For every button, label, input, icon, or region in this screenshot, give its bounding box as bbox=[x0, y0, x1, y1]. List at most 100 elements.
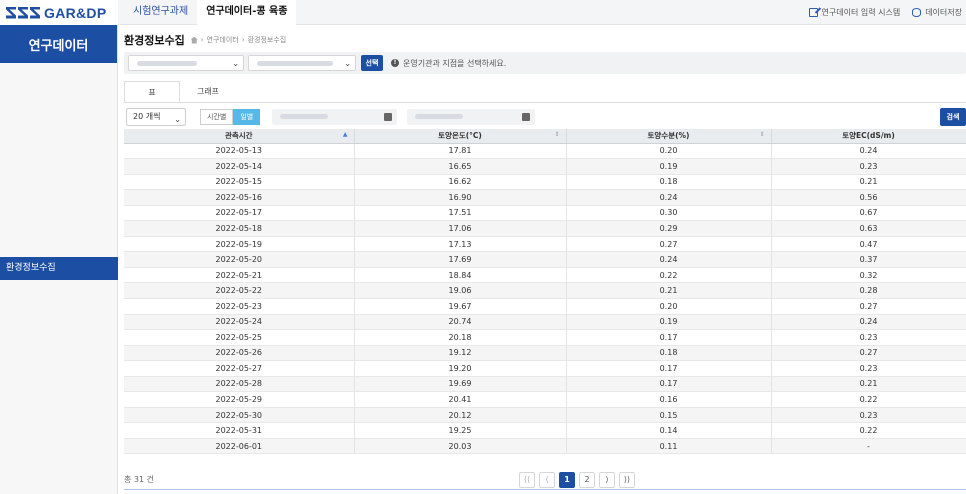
table-cell: 20.12 bbox=[354, 407, 567, 424]
page-button-2[interactable]: 2 bbox=[579, 472, 595, 488]
logo[interactable]: GAR&DP bbox=[0, 0, 118, 25]
table-cell: 17.81 bbox=[354, 143, 567, 160]
table-cell: 0.29 bbox=[566, 220, 772, 237]
page-header: 환경정보수집 › 연구데이터 › 환경정보수집 bbox=[124, 32, 286, 48]
data-storage-link[interactable]: 데이터저장 bbox=[912, 7, 962, 18]
period-daily-button[interactable]: 일별 bbox=[233, 109, 261, 125]
table-cell: 2022-05-22 bbox=[124, 282, 355, 299]
sidebar-title: 연구데이터 bbox=[0, 25, 117, 63]
notice: ! 운영기관과 지점을 선택하세요. bbox=[391, 52, 506, 74]
page-button-1[interactable]: 1 bbox=[559, 472, 575, 488]
home-icon[interactable] bbox=[190, 36, 198, 44]
nav-item-research-tasks[interactable]: 시험연구과제 bbox=[124, 0, 197, 25]
table-row: 2022-05-22 19.06 0.21 0.28 bbox=[124, 282, 966, 299]
table-row: 2022-05-19 17.13 0.27 0.47 bbox=[124, 236, 966, 253]
table-cell: 19.67 bbox=[354, 298, 567, 315]
table-row: 2022-05-29 20.41 0.16 0.22 bbox=[124, 391, 966, 408]
breadcrumb-item[interactable]: 연구데이터 bbox=[207, 35, 239, 45]
sidebar-item-environment-info[interactable]: 환경정보수집 bbox=[0, 257, 118, 280]
table-cell: 16.62 bbox=[354, 174, 567, 191]
logo-text: GAR&DP bbox=[44, 4, 107, 21]
table-cell: 0.27 bbox=[771, 298, 966, 315]
main-content: 환경정보수집 › 연구데이터 › 환경정보수집 ⌄ ⌄ 선택 ! 운영기관과 지… bbox=[118, 25, 966, 494]
column-header-soil-ec[interactable]: 토양EC(dS/m) bbox=[771, 129, 966, 144]
table-cell: 2022-05-31 bbox=[124, 422, 355, 439]
end-date-input[interactable] bbox=[407, 109, 535, 125]
table-cell: 2022-06-01 bbox=[124, 438, 355, 455]
table-cell: 0.17 bbox=[566, 360, 772, 377]
table-row: 2022-05-17 17.51 0.30 0.67 bbox=[124, 205, 966, 222]
per-page-select[interactable]: 20 개씩 ⌄ bbox=[126, 108, 186, 126]
table-cell: 2022-05-17 bbox=[124, 205, 355, 222]
table-row: 2022-05-30 20.12 0.15 0.23 bbox=[124, 407, 966, 424]
table-cell: 2022-05-30 bbox=[124, 407, 355, 424]
table-cell: 0.23 bbox=[771, 360, 966, 377]
sidebar: 연구데이터 환경정보수집 bbox=[0, 25, 118, 494]
table-cell: 2022-05-24 bbox=[124, 314, 355, 331]
sort-asc-icon: ▲ bbox=[342, 131, 348, 138]
total-count: 총 31 건 bbox=[124, 475, 154, 484]
table-row: 2022-05-26 19.12 0.18 0.27 bbox=[124, 345, 966, 362]
table-cell: 0.14 bbox=[566, 422, 772, 439]
table-cell: 2022-05-21 bbox=[124, 267, 355, 284]
organization-select[interactable]: ⌄ bbox=[128, 55, 244, 71]
table-cell: 2022-05-14 bbox=[124, 158, 355, 175]
table-cell: 0.24 bbox=[771, 143, 966, 160]
table-header-row: 관측시간 ▲ 토양온도(°C) ⇕ 토양수분(%) ⇕ 토양EC(dS/m) bbox=[124, 129, 966, 144]
table-cell: 0.27 bbox=[771, 345, 966, 362]
table-cell: 0.15 bbox=[566, 407, 772, 424]
period-hourly-button[interactable]: 시간별 bbox=[200, 109, 234, 125]
table-cell: 2022-05-26 bbox=[124, 345, 355, 362]
prev-page-button[interactable]: ⟨ bbox=[539, 472, 555, 488]
first-page-button[interactable]: ⟨⟨ bbox=[519, 472, 535, 488]
table-controls: 20 개씩 ⌄ 시간별 일별 검색 bbox=[124, 108, 966, 126]
table-cell: 0.32 bbox=[771, 267, 966, 284]
top-links: 연구데이터 입력 시스템 데이터저장 bbox=[808, 0, 962, 25]
table-cell: 0.23 bbox=[771, 407, 966, 424]
tab-table[interactable]: 표 bbox=[124, 81, 180, 103]
data-storage-label: 데이터저장 bbox=[925, 8, 962, 17]
column-header-time[interactable]: 관측시간 ▲ bbox=[124, 129, 355, 144]
table-cell: 0.19 bbox=[566, 158, 772, 175]
select-button[interactable]: 선택 bbox=[361, 55, 383, 71]
edit-icon bbox=[808, 8, 818, 17]
column-header-soil-temp[interactable]: 토양온도(°C) ⇕ bbox=[354, 129, 567, 144]
logo-mark-icon bbox=[6, 6, 40, 19]
top-nav: 시험연구과제 연구데이터-콩 육종 bbox=[124, 0, 297, 25]
table-cell: 0.22 bbox=[771, 422, 966, 439]
table-cell: 16.65 bbox=[354, 158, 567, 175]
station-select[interactable]: ⌄ bbox=[248, 55, 356, 71]
top-bar: GAR&DP 시험연구과제 연구데이터-콩 육종 연구데이터 입력 시스템 데이… bbox=[0, 0, 966, 25]
nav-item-research-data[interactable]: 연구데이터-콩 육종 bbox=[197, 0, 297, 25]
table-row: 2022-05-31 19.25 0.14 0.22 bbox=[124, 422, 966, 439]
table-cell: 0.22 bbox=[566, 267, 772, 284]
table-cell: 0.17 bbox=[566, 376, 772, 393]
calendar-icon[interactable] bbox=[522, 113, 530, 121]
table-cell: 2022-05-19 bbox=[124, 236, 355, 253]
last-page-button[interactable]: ⟩⟩ bbox=[619, 472, 635, 488]
table-cell: 16.90 bbox=[354, 189, 567, 206]
table-cell: 0.37 bbox=[771, 251, 966, 268]
search-button[interactable]: 검색 bbox=[940, 108, 966, 126]
start-date-input[interactable] bbox=[272, 109, 397, 125]
table-cell: 0.21 bbox=[771, 376, 966, 393]
next-page-button[interactable]: ⟩ bbox=[599, 472, 615, 488]
table-cell: 0.22 bbox=[771, 391, 966, 408]
table-cell: 0.18 bbox=[566, 174, 772, 191]
table-row: 2022-05-24 20.74 0.19 0.24 bbox=[124, 314, 966, 331]
table-cell: 0.24 bbox=[566, 189, 772, 206]
table-cell: 2022-05-28 bbox=[124, 376, 355, 393]
data-input-system-link[interactable]: 연구데이터 입력 시스템 bbox=[808, 7, 900, 18]
table-cell: 2022-05-16 bbox=[124, 189, 355, 206]
filter-bar: ⌄ ⌄ 선택 ! 운영기관과 지점을 선택하세요. bbox=[124, 52, 966, 74]
data-table: 관측시간 ▲ 토양온도(°C) ⇕ 토양수분(%) ⇕ 토양EC(dS/m) 2022… bbox=[124, 129, 966, 455]
tab-graph[interactable]: 그래프 bbox=[180, 81, 236, 103]
table-cell: 0.21 bbox=[771, 174, 966, 191]
table-cell: 2022-05-25 bbox=[124, 329, 355, 346]
column-header-soil-moisture[interactable]: 토양수분(%) ⇕ bbox=[566, 129, 772, 144]
table-cell: 19.06 bbox=[354, 282, 567, 299]
calendar-icon[interactable] bbox=[384, 113, 392, 121]
table-cell: 2022-05-20 bbox=[124, 251, 355, 268]
sort-icon: ⇕ bbox=[759, 131, 765, 138]
table-cell: 0.56 bbox=[771, 189, 966, 206]
